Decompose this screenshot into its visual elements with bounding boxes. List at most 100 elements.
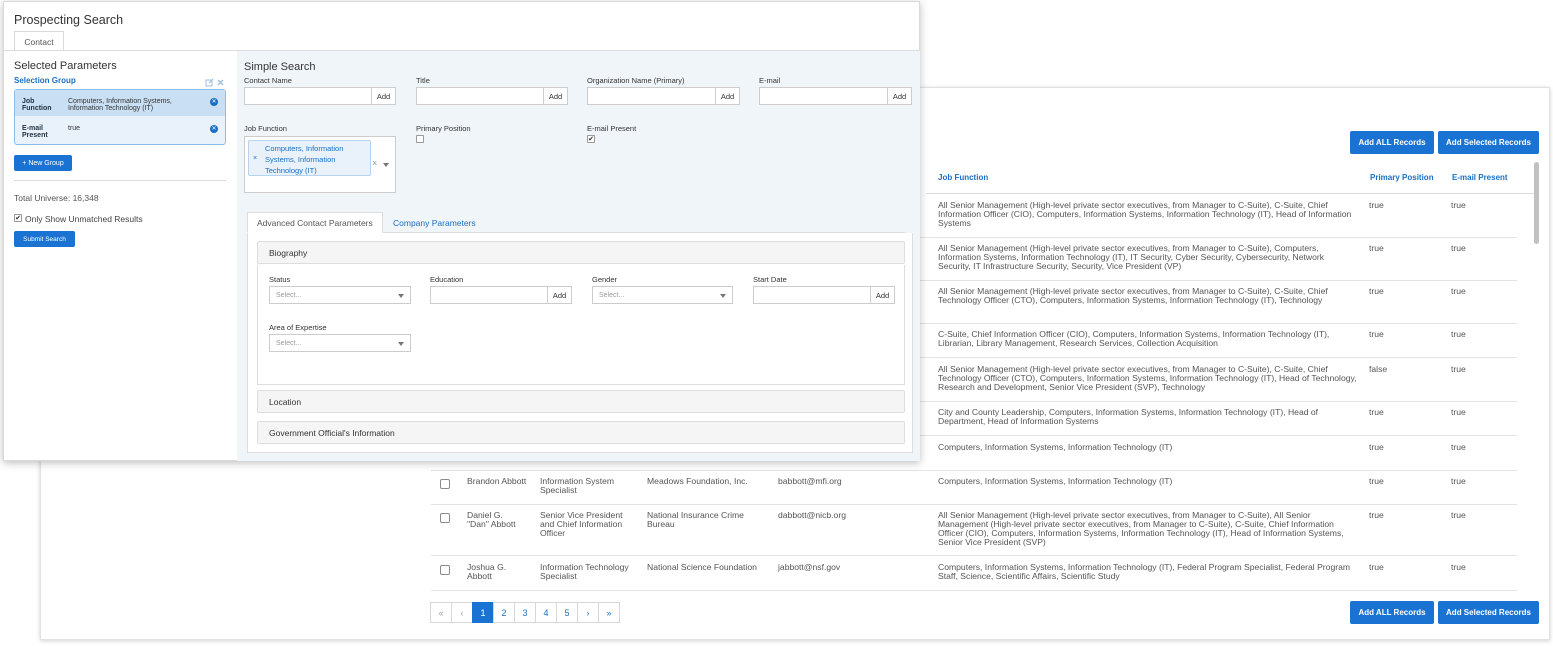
area-select-value: Select... (276, 339, 302, 347)
cell-organization: National Science Foundation (647, 562, 757, 572)
add-selected-records-button-bottom[interactable]: Add Selected Records (1438, 601, 1539, 624)
title-add-button[interactable]: Add (543, 88, 567, 104)
row-checkbox[interactable] (440, 479, 450, 489)
email-present-label: E-mail Present (587, 124, 637, 133)
modal-title: Prospecting Search (14, 13, 124, 27)
start-date-label: Start Date (753, 275, 787, 284)
cell-name: Daniel G. "Dan" Abbott (467, 510, 516, 529)
biography-section-header[interactable]: Biography (257, 241, 905, 264)
column-header-job-function[interactable]: Job Function (938, 173, 988, 182)
simple-search-heading: Simple Search (244, 61, 316, 73)
cell-organization: Meadows Foundation, Inc. (647, 476, 748, 486)
primary-position-checkbox[interactable] (416, 135, 424, 143)
cell-primary-position: true (1369, 442, 1384, 452)
remove-criteria-icon[interactable]: ✕ (210, 125, 218, 133)
tab-advanced-contact-parameters[interactable]: Advanced Contact Parameters (247, 212, 383, 233)
prospecting-search-modal: Prospecting Search Contact Selected Para… (3, 1, 920, 461)
cell-email-present: true (1451, 364, 1466, 374)
only-unmatched-checkbox[interactable]: ✔ (14, 214, 22, 222)
cell-email-present: true (1451, 200, 1466, 210)
government-officials-section-header[interactable]: Government Official's Information (257, 421, 905, 444)
cell-primary-position: false (1369, 364, 1388, 374)
edit-icon[interactable] (205, 78, 214, 87)
add-all-records-button-bottom[interactable]: Add ALL Records (1350, 601, 1434, 624)
start-date-add-button[interactable]: Add (870, 287, 894, 303)
clear-icon[interactable]: × (372, 158, 377, 168)
new-group-button[interactable]: + New Group (14, 155, 72, 171)
job-function-multiselect[interactable]: × Computers, Information Systems, Inform… (244, 136, 396, 193)
group-item-key: E-mail Present (22, 125, 48, 139)
cell-primary-position: true (1369, 243, 1384, 253)
page-prev-button[interactable]: ‹ (451, 602, 473, 623)
tab-company-parameters[interactable]: Company Parameters (384, 212, 485, 233)
contact-name-label: Contact Name (244, 76, 292, 85)
page-4-button[interactable]: 4 (535, 602, 557, 623)
start-date-input[interactable]: Add (753, 286, 895, 304)
email-label: E-mail (759, 76, 781, 85)
row-checkbox[interactable] (440, 513, 450, 523)
remove-criteria-icon[interactable]: ✕ (210, 98, 218, 106)
add-selected-records-button-top[interactable]: Add Selected Records (1438, 131, 1539, 154)
page-last-button[interactable]: » (598, 602, 620, 623)
cell-primary-position: true (1369, 329, 1384, 339)
group-item-job-function[interactable]: Job Function Computers, Information Syst… (15, 90, 225, 116)
page-3-button[interactable]: 3 (514, 602, 536, 623)
page-next-button[interactable]: › (577, 602, 599, 623)
cell-job-function: Computers, Information Systems, Informat… (938, 476, 1173, 486)
education-add-button[interactable]: Add (547, 287, 571, 303)
cell-email-present: true (1451, 476, 1466, 486)
group-item-key: Job Function (22, 98, 52, 112)
email-input[interactable]: Add (759, 87, 912, 105)
cell-primary-position: true (1369, 407, 1384, 417)
area-of-expertise-select[interactable]: Select... (269, 334, 411, 352)
page-5-button[interactable]: 5 (556, 602, 578, 623)
column-header-primary-position[interactable]: Primary Position (1370, 173, 1434, 182)
title-input[interactable]: Add (416, 87, 568, 105)
cell-job-function: All Senior Management (High-level privat… (938, 364, 1357, 392)
cell-name: Brandon Abbott (467, 476, 527, 486)
education-input[interactable]: Add (430, 286, 572, 304)
organization-add-button[interactable]: Add (715, 88, 739, 104)
status-select[interactable]: Select... (269, 286, 411, 304)
chevron-down-icon (398, 342, 404, 346)
status-label: Status (269, 275, 291, 284)
email-present-checkbox[interactable]: ✔ (587, 135, 595, 143)
location-section-header[interactable]: Location (257, 390, 905, 413)
cell-email-present: true (1451, 510, 1466, 520)
page-1-button[interactable]: 1 (472, 602, 494, 623)
job-function-label: Job Function (244, 124, 287, 133)
gender-label: Gender (592, 275, 618, 284)
organization-input[interactable]: Add (587, 87, 740, 105)
cell-name: Joshua G. Abbott (467, 562, 507, 581)
selected-parameters-heading: Selected Parameters (14, 60, 117, 72)
column-header-email-present[interactable]: E-mail Present (1452, 173, 1508, 182)
cell-job-function: All Senior Management (High-level privat… (938, 200, 1352, 228)
row-checkbox[interactable] (440, 565, 450, 575)
email-add-button[interactable]: Add (887, 88, 911, 104)
only-unmatched-label: Only Show Unmatched Results (25, 214, 143, 224)
title-label: Title (416, 76, 430, 85)
scrollbar-thumb[interactable] (1534, 162, 1539, 244)
remove-group-icon[interactable] (217, 79, 224, 86)
cell-email-present: true (1451, 407, 1466, 417)
chip-remove-icon[interactable]: × (253, 155, 257, 162)
dropdown-caret-icon[interactable] (383, 163, 389, 167)
contact-name-add-button[interactable]: Add (371, 88, 395, 104)
cell-primary-position: true (1369, 476, 1384, 486)
group-item-email-present[interactable]: E-mail Present true ✕ (15, 118, 225, 144)
contact-name-input[interactable]: Add (244, 87, 396, 105)
tab-contact[interactable]: Contact (14, 31, 64, 51)
submit-search-button[interactable]: Submit Search (14, 231, 75, 247)
total-universe: Total Universe: 16,348 (14, 193, 99, 203)
cell-email: babbott@mfi.org (778, 476, 842, 486)
table-row: Joshua G. Abbott Information Technology … (431, 563, 1517, 591)
area-of-expertise-label: Area of Expertise (269, 323, 327, 332)
gender-select[interactable]: Select... (592, 286, 733, 304)
job-function-chip-text: Computers, Information Systems, Informat… (265, 144, 344, 175)
page-first-button[interactable]: « (430, 602, 452, 623)
cell-job-function: All Senior Management (High-level privat… (938, 243, 1325, 271)
cell-job-function: Computers, Information Systems, Informat… (938, 442, 1173, 452)
page-2-button[interactable]: 2 (493, 602, 515, 623)
cell-title: Information System Specialist (540, 476, 615, 495)
add-all-records-button-top[interactable]: Add ALL Records (1350, 131, 1434, 154)
